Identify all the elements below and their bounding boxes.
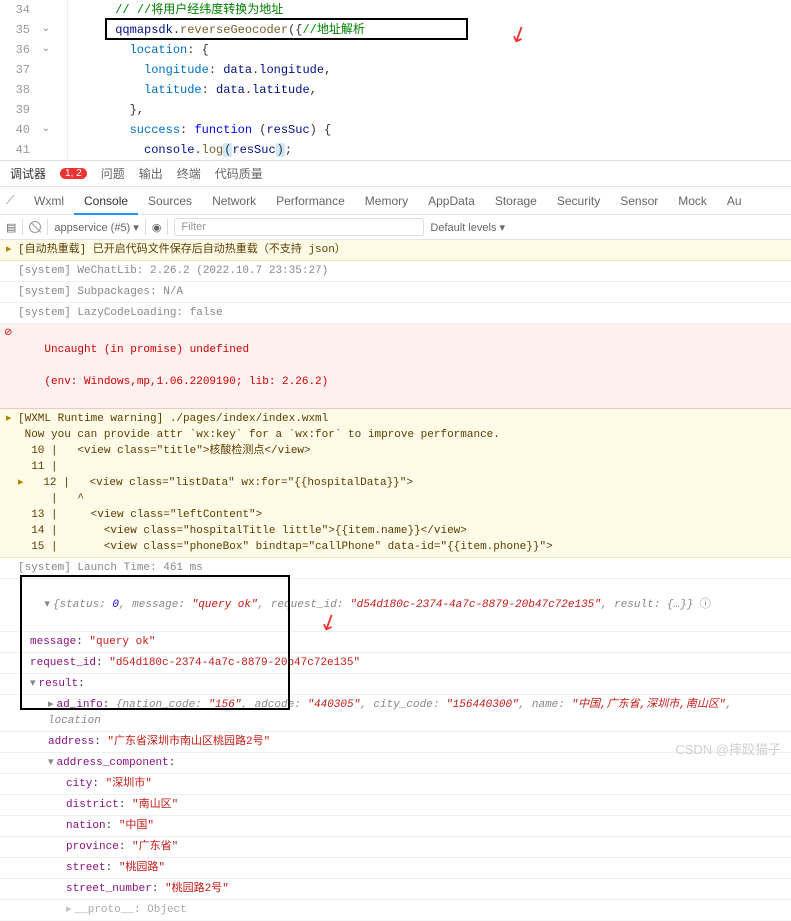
object-property[interactable]: street_number: "桃园路2号" — [0, 879, 791, 900]
line-number: 38 — [0, 80, 38, 100]
error-count-badge[interactable]: 1, 2 — [60, 168, 87, 179]
panel-title: 调试器 — [10, 165, 46, 182]
object-property[interactable]: __proto__: Object — [0, 900, 791, 921]
tab-sensor[interactable]: Sensor — [610, 187, 668, 215]
line-number: 37 — [0, 60, 38, 80]
console-error[interactable]: Uncaught (in promise) undefined (env: Wi… — [0, 324, 791, 409]
panel-tab-problems[interactable]: 问题 — [101, 165, 125, 182]
inspect-icon[interactable]: ⟋ — [6, 193, 24, 208]
levels-selector[interactable]: Default levels ▾ — [430, 221, 505, 234]
object-property[interactable]: city: "深圳市" — [0, 774, 791, 795]
object-property[interactable]: address: "广东省深圳市南山区桃园路2号" — [0, 732, 791, 753]
line-number: 36 — [0, 40, 38, 60]
tab-security[interactable]: Security — [547, 187, 610, 215]
expand-toggle[interactable] — [48, 757, 54, 769]
eye-icon[interactable]: ◉ — [152, 221, 162, 234]
tab-network[interactable]: Network — [202, 187, 266, 215]
panel-tab-code-quality[interactable]: 代码质量 — [215, 165, 263, 182]
clear-console-icon[interactable] — [29, 221, 41, 233]
tab-wxml[interactable]: Wxml — [24, 187, 74, 215]
sidebar-toggle-icon[interactable]: ▤ — [6, 221, 16, 234]
object-property[interactable]: street: "桃园路" — [0, 858, 791, 879]
line-number: 34 — [0, 0, 38, 20]
filter-input[interactable]: Filter — [174, 218, 424, 236]
line-number: 40 — [0, 120, 38, 140]
object-property[interactable]: province: "广东省" — [0, 837, 791, 858]
panel-tab-terminal[interactable]: 终端 — [177, 165, 201, 182]
tab-sources[interactable]: Sources — [138, 187, 202, 215]
tab-performance[interactable]: Performance — [266, 187, 355, 215]
tab-audits[interactable]: Au — [717, 187, 752, 215]
object-property[interactable]: district: "南山区" — [0, 795, 791, 816]
console-message: [system] LazyCodeLoading: false — [0, 303, 791, 324]
info-icon[interactable]: ⓘ — [700, 599, 711, 611]
tab-console[interactable]: Console — [74, 187, 138, 215]
line-number: 41 — [0, 140, 38, 160]
devtools-tab-bar: ⟋ Wxml Console Sources Network Performan… — [0, 187, 791, 215]
code-editor: ↙ 34 // //将用户经纬度转换为地址 35 qqmapsdk.revers… — [0, 0, 791, 160]
tab-appdata[interactable]: AppData — [418, 187, 485, 215]
highlight-annotation-1 — [105, 18, 468, 40]
console-message: [system] Subpackages: N/A — [0, 282, 791, 303]
console-warning[interactable]: [WXML Runtime warning] ./pages/index/ind… — [0, 409, 791, 558]
console-message: [自动热重载] 已开启代码文件保存后自动热重载（不支持 json） — [0, 240, 791, 261]
object-property[interactable]: address_component: — [0, 753, 791, 774]
expand-toggle[interactable] — [66, 904, 72, 916]
highlight-annotation-2 — [20, 575, 290, 710]
context-selector[interactable]: appservice (#5) ▾ — [54, 221, 138, 234]
object-property[interactable]: nation: "中国" — [0, 816, 791, 837]
line-number: 39 — [0, 100, 38, 120]
console-toolbar: ▤ appservice (#5) ▾ ◉ Filter Default lev… — [0, 215, 791, 240]
console-message: [system] WeChatLib: 2.26.2 (2022.10.7 23… — [0, 261, 791, 282]
console-output: [自动热重载] 已开启代码文件保存后自动热重载（不支持 json） [syste… — [0, 240, 791, 921]
tab-storage[interactable]: Storage — [485, 187, 547, 215]
panel-tab-output[interactable]: 输出 — [139, 165, 163, 182]
watermark: CSDN @摔跤猫子 — [675, 739, 781, 758]
expand-toggle[interactable]: ▸ — [18, 477, 30, 489]
bottom-panel-bar: 调试器 1, 2 问题 输出 终端 代码质量 — [0, 160, 791, 187]
tab-mock[interactable]: Mock — [668, 187, 717, 215]
tab-memory[interactable]: Memory — [355, 187, 418, 215]
line-number: 35 — [0, 20, 38, 40]
